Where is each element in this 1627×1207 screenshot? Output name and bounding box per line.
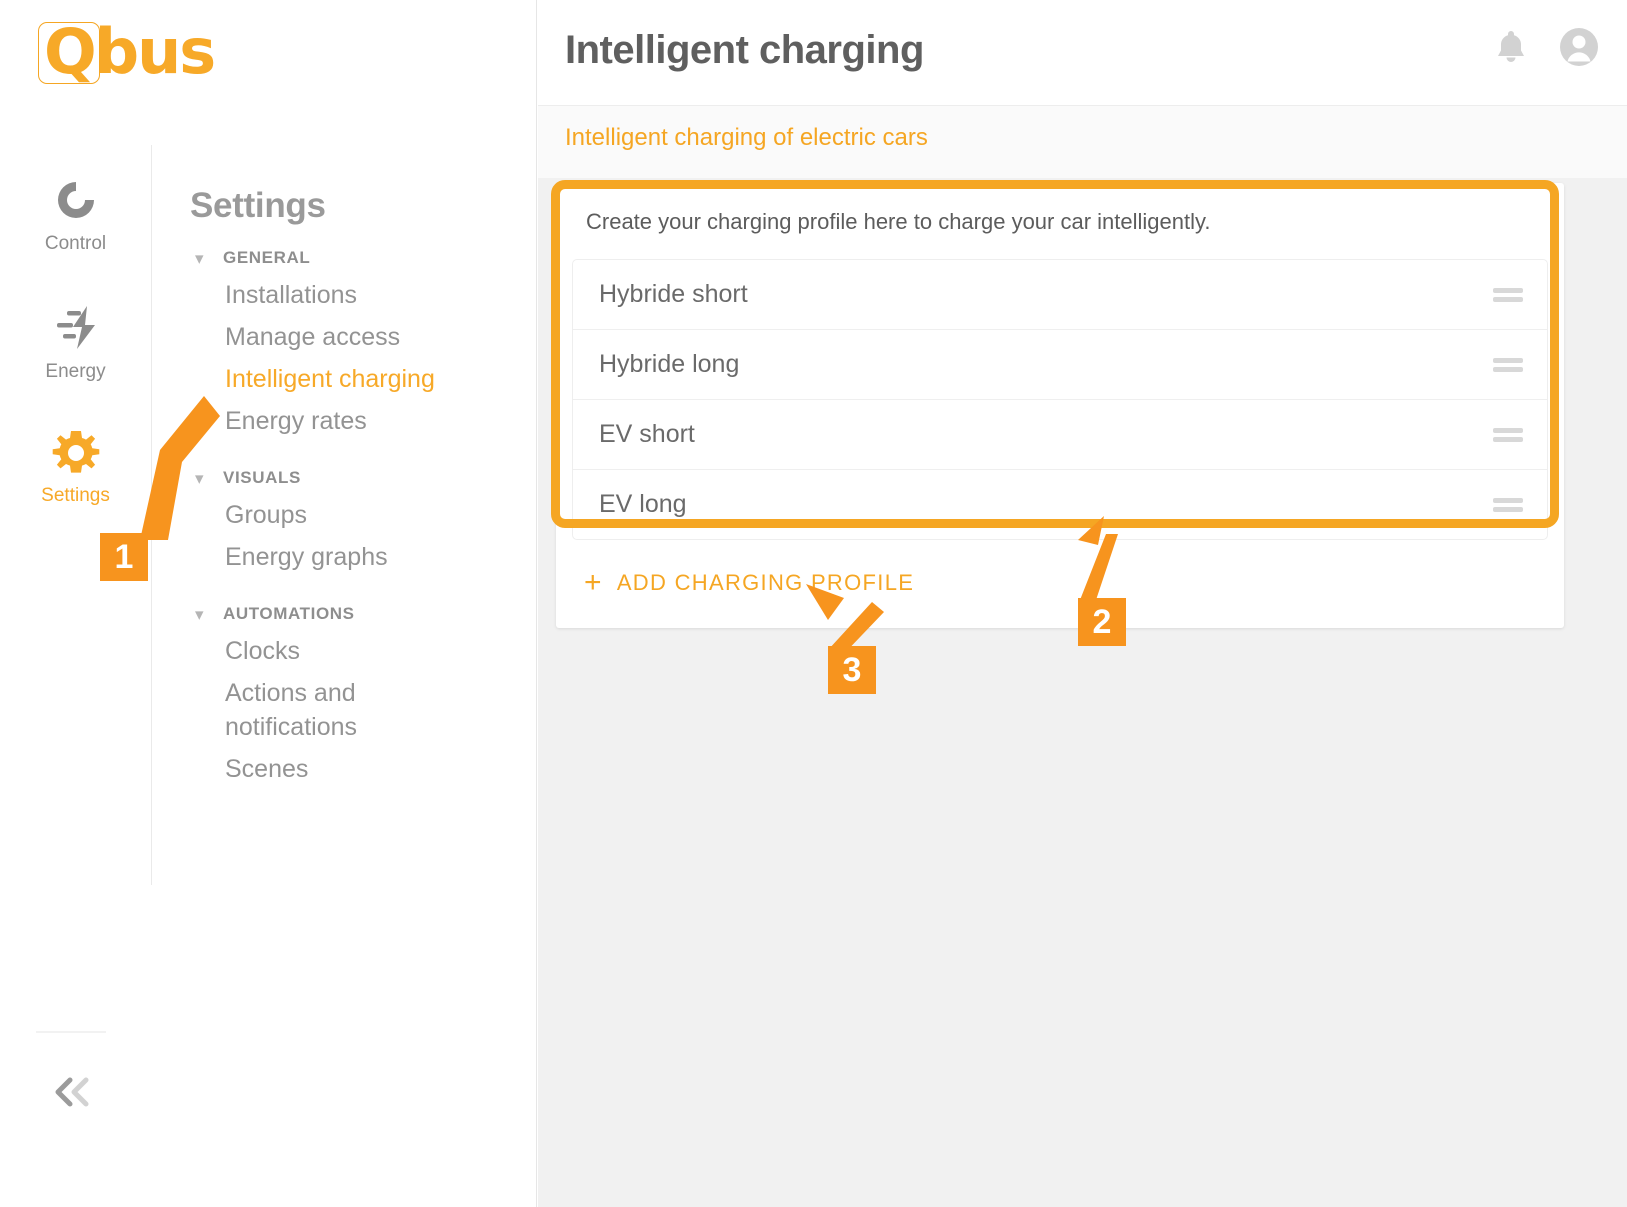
sidebar-item-scenes[interactable]: Scenes <box>225 748 520 790</box>
drag-handle-icon[interactable] <box>1493 427 1523 442</box>
menu-spacer-1 <box>190 442 520 468</box>
energy-bolt-icon <box>0 303 151 355</box>
settings-menu: Settings ▾ GENERAL Installations Manage … <box>190 186 520 790</box>
chevron-down-icon: ▾ <box>195 248 204 268</box>
list-item[interactable]: Hybride short <box>573 260 1547 330</box>
sidebar-item-groups[interactable]: Groups <box>225 494 520 536</box>
drag-handle-icon[interactable] <box>1493 357 1523 372</box>
card-intro-text: Create your charging profile here to cha… <box>586 209 1211 234</box>
menu-group-general: ▾ GENERAL Installations Manage access In… <box>190 248 520 442</box>
settings-menu-title: Settings <box>190 186 326 225</box>
profile-name: EV short <box>599 420 695 448</box>
rail-item-settings[interactable]: Settings <box>0 427 151 507</box>
add-charging-profile-label: ADD CHARGING PROFILE <box>616 570 915 595</box>
top-bar-actions <box>1494 26 1600 68</box>
menu-group-automations: ▾ AUTOMATIONS Clocks Actions and notific… <box>190 604 520 790</box>
control-circle-icon <box>0 175 151 227</box>
list-item[interactable]: EV long <box>573 470 1547 539</box>
add-charging-profile-button[interactable]: + ADD CHARGING PROFILE <box>556 540 1564 628</box>
main-panel: Intelligent charging Intelligent chargin… <box>538 0 1627 1207</box>
sidebar-item-energy-graphs[interactable]: Energy graphs <box>225 536 520 578</box>
profile-name: Hybride short <box>599 280 748 308</box>
subtitle-band: Intelligent charging of electric cars <box>538 106 1627 178</box>
menu-group-header-visuals[interactable]: ▾ VISUALS <box>195 468 520 488</box>
qbus-logo[interactable]: Qbus <box>38 16 218 88</box>
menu-group-label-general: GENERAL <box>223 248 311 267</box>
page-subtitle: Intelligent charging of electric cars <box>565 124 928 151</box>
rail-item-control[interactable]: Control <box>0 175 151 255</box>
chevron-down-icon: ▾ <box>195 468 204 488</box>
logo-wordmark: Qbus <box>44 15 216 88</box>
user-avatar-icon[interactable] <box>1558 26 1600 68</box>
menu-group-header-automations[interactable]: ▾ AUTOMATIONS <box>195 604 520 624</box>
icon-rail: Control Energy Settings <box>0 145 152 885</box>
sidebar-item-installations[interactable]: Installations <box>225 274 520 316</box>
drag-handle-icon[interactable] <box>1493 497 1523 512</box>
profile-name: Hybride long <box>599 350 740 378</box>
sidebar-item-actions-and-notifications[interactable]: Actions and notifications <box>225 672 415 748</box>
charging-profiles-card: Create your charging profile here to cha… <box>556 183 1564 628</box>
sidebar: Qbus Control Energy Settings Settings ▾ … <box>0 0 537 1207</box>
page-title: Intelligent charging <box>565 28 924 72</box>
list-item[interactable]: Hybride long <box>573 330 1547 400</box>
gear-icon <box>0 427 151 479</box>
bell-icon[interactable] <box>1494 28 1528 66</box>
sidebar-item-energy-rates[interactable]: Energy rates <box>225 400 520 442</box>
list-item[interactable]: EV short <box>573 400 1547 470</box>
menu-group-header-general[interactable]: ▾ GENERAL <box>195 248 520 268</box>
menu-group-label-automations: AUTOMATIONS <box>223 604 355 623</box>
rail-label-energy: Energy <box>45 361 106 382</box>
menu-group-label-visuals: VISUALS <box>223 468 301 487</box>
charging-profiles-list: Hybride short Hybride long EV short EV l… <box>572 259 1548 540</box>
chevron-double-left-icon[interactable] <box>48 1072 100 1124</box>
sidebar-item-manage-access[interactable]: Manage access <box>225 316 520 358</box>
sidebar-divider <box>36 1031 106 1033</box>
rail-label-control: Control <box>44 233 107 254</box>
rail-item-energy[interactable]: Energy <box>0 303 151 383</box>
app-window: Qbus Control Energy Settings Settings ▾ … <box>0 0 1627 1207</box>
sidebar-item-intelligent-charging[interactable]: Intelligent charging <box>225 358 520 400</box>
sidebar-item-clocks[interactable]: Clocks <box>225 630 520 672</box>
rail-label-settings: Settings <box>41 485 110 506</box>
menu-group-visuals: ▾ VISUALS Groups Energy graphs <box>190 468 520 578</box>
menu-spacer-2 <box>190 578 520 604</box>
top-bar: Intelligent charging <box>538 0 1627 106</box>
plus-icon: + <box>584 566 603 599</box>
drag-handle-icon[interactable] <box>1493 287 1523 302</box>
profile-name: EV long <box>599 490 687 518</box>
chevron-down-icon: ▾ <box>195 604 204 624</box>
